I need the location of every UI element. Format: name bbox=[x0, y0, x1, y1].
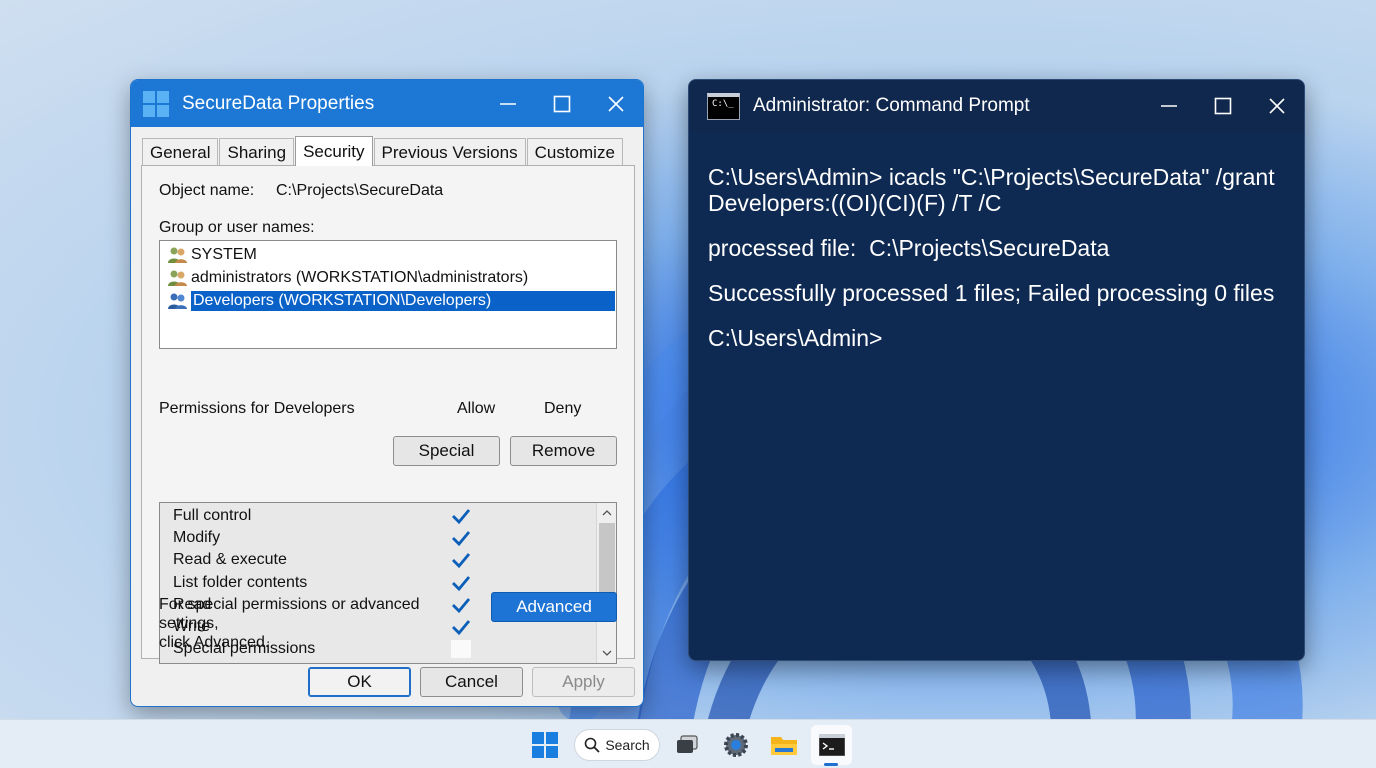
file-explorer-button[interactable] bbox=[765, 725, 803, 765]
permission-row: Modify bbox=[160, 527, 616, 549]
cmd-title: Administrator: Command Prompt bbox=[753, 95, 1030, 116]
list-item-administrators[interactable]: administrators (WORKSTATION\administrato… bbox=[160, 266, 616, 289]
permission-name: Read & execute bbox=[173, 551, 287, 569]
user-group-icon bbox=[168, 247, 187, 263]
remove-button[interactable]: Remove bbox=[510, 436, 617, 466]
cmd-line-processed: processed file: C:\Projects\SecureData bbox=[708, 235, 1110, 261]
properties-dialog: SecureData Properties General Sharing Se… bbox=[130, 79, 644, 707]
user-name: Developers (WORKSTATION\Developers) bbox=[191, 290, 615, 311]
task-view-button[interactable] bbox=[668, 725, 706, 765]
scroll-up-icon[interactable] bbox=[597, 504, 617, 522]
apply-button[interactable]: Apply bbox=[532, 667, 635, 697]
allow-checkbox[interactable] bbox=[450, 550, 472, 570]
maximize-icon bbox=[1214, 97, 1232, 115]
user-list[interactable]: SYSTEM administrators (WORKSTATION\admin… bbox=[159, 240, 617, 349]
search-label: Search bbox=[605, 737, 650, 753]
deny-header: Deny bbox=[544, 400, 582, 417]
permission-name: Full control bbox=[173, 507, 252, 525]
allow-checkbox[interactable] bbox=[450, 506, 472, 526]
allow-checkbox[interactable] bbox=[450, 528, 472, 548]
tab-customize[interactable]: Customize bbox=[526, 138, 623, 166]
minimize-button[interactable] bbox=[481, 80, 535, 127]
check-icon bbox=[452, 553, 471, 569]
close-icon bbox=[608, 95, 624, 112]
settings-button[interactable] bbox=[717, 725, 755, 765]
cmd-maximize-button[interactable] bbox=[1196, 80, 1250, 132]
start-icon bbox=[532, 732, 558, 758]
object-name-label: Object name: bbox=[159, 182, 255, 199]
security-tab-panel: Object name: C:\Projects\SecureData Grou… bbox=[141, 165, 635, 664]
cmd-line-command: C:\Users\Admin> icacls "C:\Projects\Secu… bbox=[708, 164, 1282, 216]
permission-name: Modify bbox=[173, 529, 221, 547]
user-group-icon bbox=[168, 270, 187, 286]
start-button[interactable] bbox=[526, 725, 564, 765]
list-item-developers[interactable]: Developers (WORKSTATION\Developers) bbox=[160, 289, 616, 312]
file-explorer-icon bbox=[771, 737, 797, 755]
cmd-line-summary: Successfully processed 1 files; Failed p… bbox=[708, 280, 1275, 306]
command-prompt-icon bbox=[818, 734, 845, 756]
list-item-system[interactable]: SYSTEM bbox=[160, 243, 616, 266]
command-prompt-icon: C:\_ bbox=[707, 92, 740, 120]
permission-row: Full control bbox=[160, 505, 616, 527]
allow-header: Allow bbox=[457, 400, 496, 417]
minimize-icon bbox=[1161, 105, 1177, 107]
special-button[interactable]: Special bbox=[393, 436, 500, 466]
cmd-title-bar[interactable]: C:\_ Administrator: Command Prompt bbox=[689, 80, 1304, 132]
tab-strip: General Sharing Security Previous Versio… bbox=[142, 136, 624, 166]
permissions-scrollbar[interactable] bbox=[596, 503, 616, 663]
close-icon bbox=[1269, 98, 1285, 114]
settings-icon bbox=[724, 733, 748, 757]
scroll-down-icon[interactable] bbox=[597, 644, 617, 662]
advanced-hint-line-2: click Advanced. bbox=[159, 634, 270, 651]
permission-row: Read & execute bbox=[160, 549, 616, 571]
tab-previous-versions[interactable]: Previous Versions bbox=[373, 138, 526, 166]
advanced-hint-line-1: For special permissions or advanced sett… bbox=[159, 596, 420, 632]
taskbar: Search bbox=[0, 719, 1376, 768]
taskbar-search[interactable]: Search bbox=[574, 729, 660, 761]
cmd-close-button[interactable] bbox=[1250, 80, 1304, 132]
command-prompt-taskbar-button[interactable] bbox=[811, 725, 852, 766]
check-icon bbox=[452, 575, 471, 591]
dialog-title-bar[interactable]: SecureData Properties bbox=[131, 80, 643, 127]
maximize-icon bbox=[553, 95, 571, 112]
user-name: administrators (WORKSTATION\administrato… bbox=[191, 268, 529, 286]
cancel-button[interactable]: Cancel bbox=[420, 667, 523, 697]
ok-button[interactable]: OK bbox=[308, 667, 411, 697]
cmd-output[interactable]: C:\Users\Admin> icacls "C:\Projects\Secu… bbox=[689, 132, 1304, 351]
command-prompt-window: C:\_ Administrator: Command Prompt C:\Us… bbox=[688, 79, 1305, 661]
object-name-value: C:\Projects\SecureData bbox=[276, 182, 444, 199]
windows-logo-icon bbox=[143, 90, 169, 117]
close-button[interactable] bbox=[589, 80, 643, 127]
user-name: SYSTEM bbox=[191, 245, 257, 263]
tab-general[interactable]: General bbox=[142, 138, 219, 166]
tab-sharing[interactable]: Sharing bbox=[219, 138, 295, 166]
active-app-indicator bbox=[824, 763, 838, 766]
group-or-user-names-label: Group or user names: bbox=[159, 219, 315, 236]
check-icon bbox=[452, 509, 471, 525]
check-icon bbox=[452, 531, 471, 547]
tab-security[interactable]: Security bbox=[295, 136, 373, 166]
task-view-icon bbox=[677, 735, 698, 753]
advanced-button[interactable]: Advanced bbox=[491, 592, 617, 622]
cmd-line-prompt: C:\Users\Admin> bbox=[708, 325, 883, 351]
minimize-icon bbox=[500, 102, 516, 105]
search-icon bbox=[585, 737, 600, 753]
allow-checkbox[interactable] bbox=[450, 573, 472, 593]
permission-name: List folder contents bbox=[173, 573, 308, 591]
advanced-hint: For special permissions or advanced sett… bbox=[159, 595, 479, 652]
user-group-icon bbox=[168, 293, 187, 309]
permission-row: List folder contents bbox=[160, 572, 616, 594]
cmd-minimize-button[interactable] bbox=[1142, 80, 1196, 132]
permissions-label: Permissions for Developers bbox=[159, 400, 355, 417]
maximize-button[interactable] bbox=[535, 80, 589, 127]
dialog-title: SecureData Properties bbox=[182, 92, 375, 114]
